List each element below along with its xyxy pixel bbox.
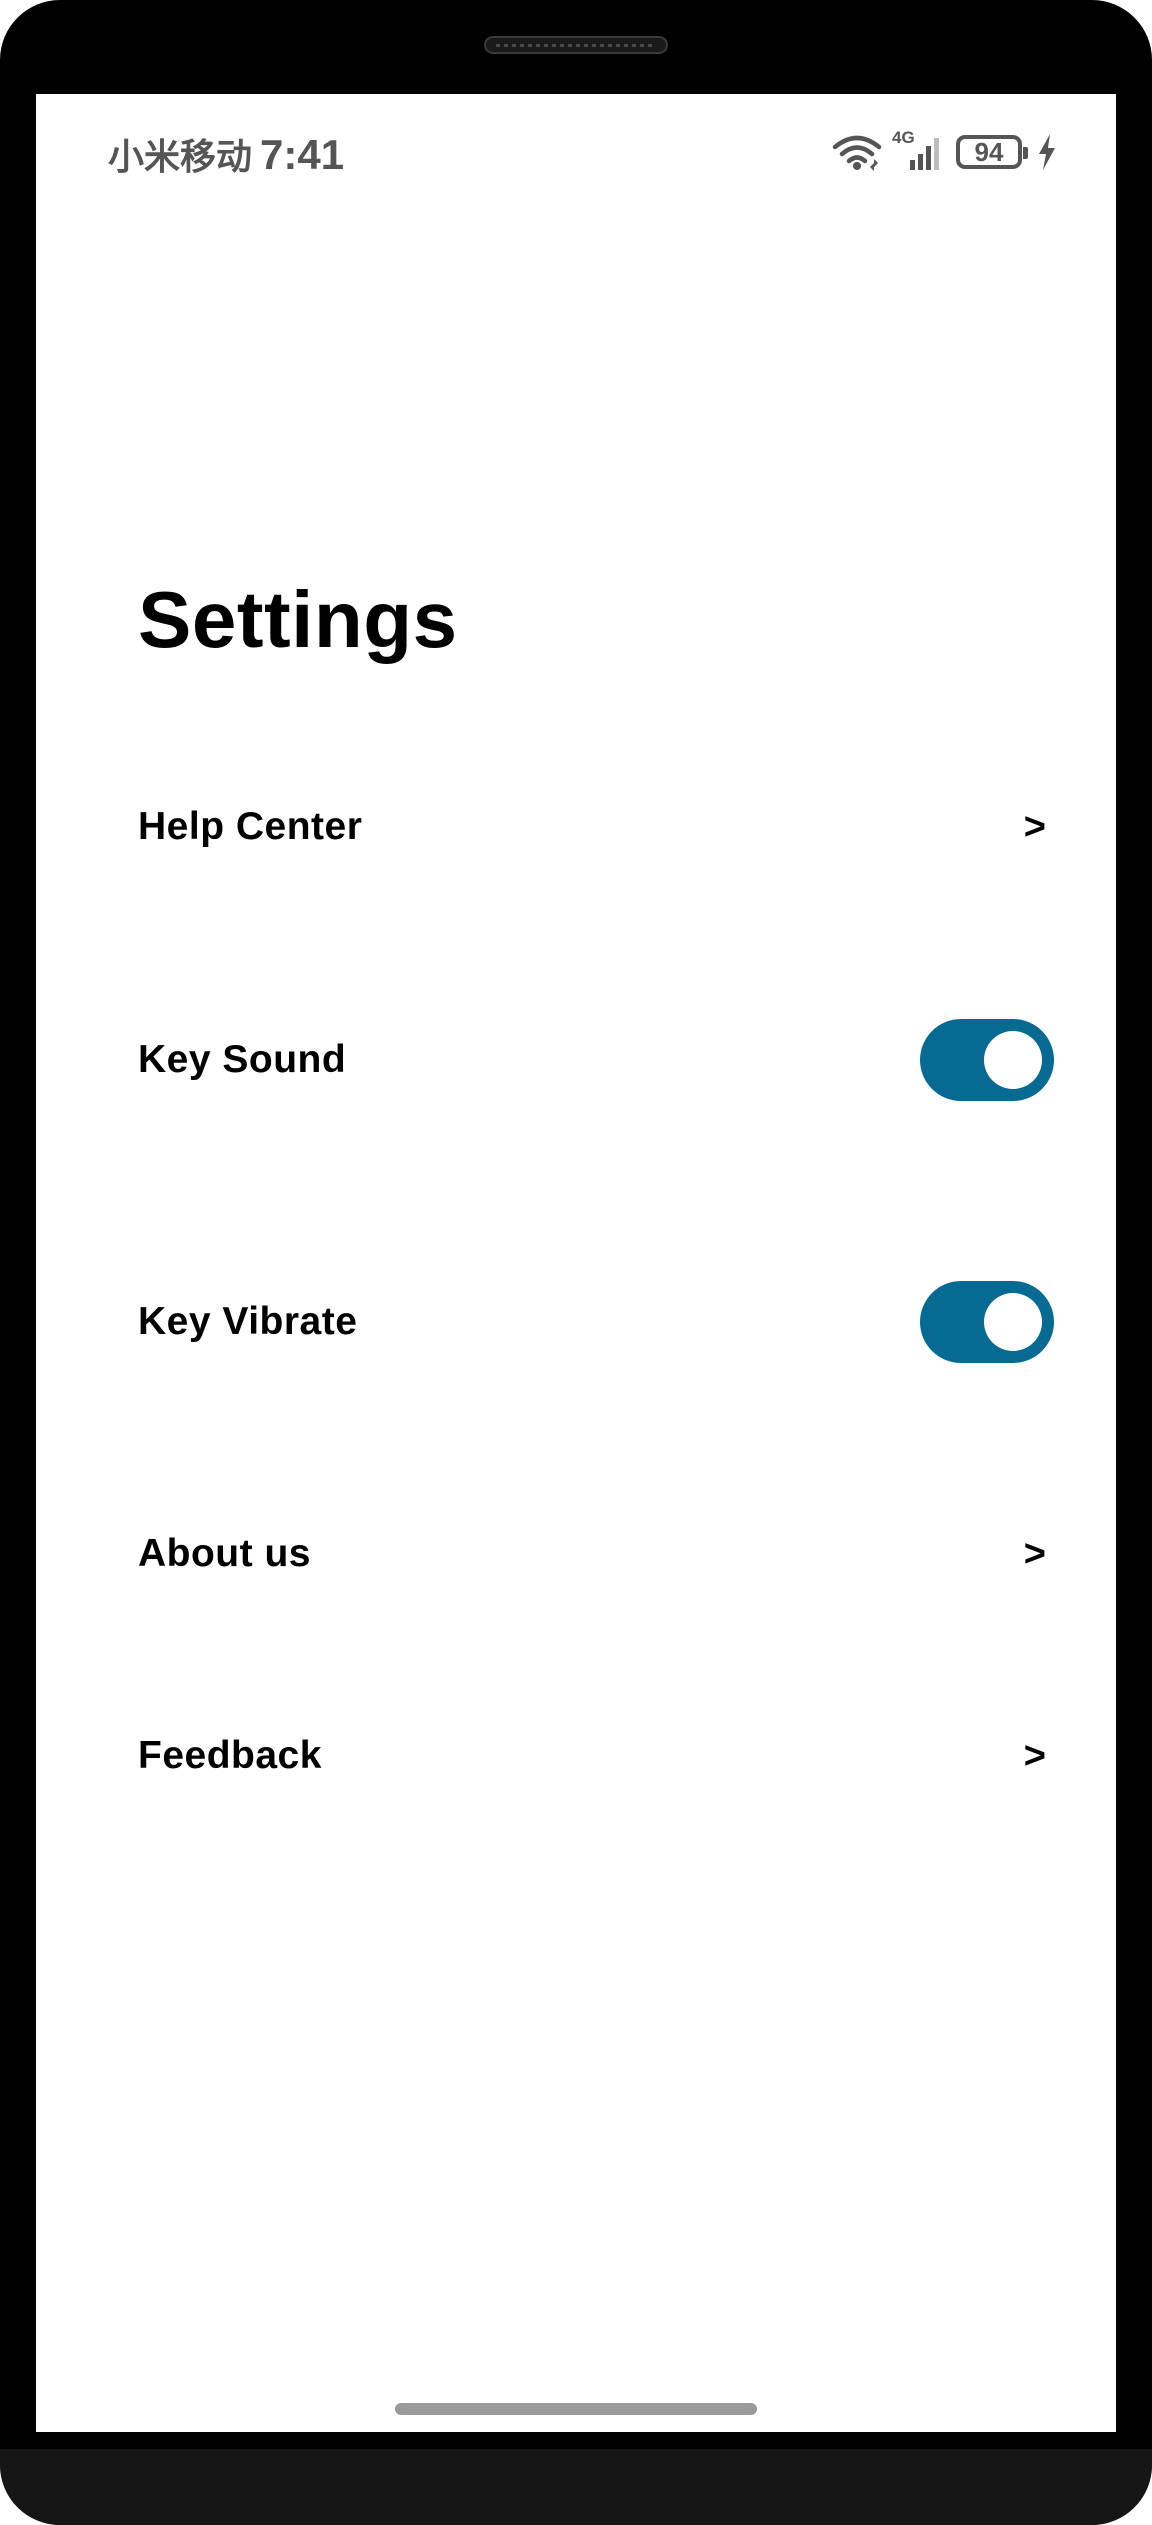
key-sound-label: Key Sound [138, 1038, 347, 1081]
chevron-right-icon: > [1023, 1734, 1046, 1777]
phone-frame: 小米移动 7:41 4G 94 Settings Help Center > K… [0, 0, 1152, 2525]
toggle-knob [984, 1031, 1042, 1089]
about-us-label: About us [138, 1532, 311, 1575]
key-vibrate-row: Key Vibrate [138, 1272, 1054, 1372]
phone-bottom-bezel [0, 2449, 1152, 2525]
chevron-right-icon: > [1023, 1532, 1046, 1575]
status-bar: 小米移动 7:41 4G 94 [36, 94, 1116, 214]
battery-icon: 94 [956, 135, 1028, 169]
key-sound-toggle[interactable] [920, 1019, 1054, 1101]
status-icons: 4G 94 [832, 128, 1056, 174]
page-title: Settings [138, 575, 458, 664]
key-vibrate-label: Key Vibrate [138, 1300, 358, 1343]
earpiece-speaker [484, 36, 668, 54]
screen: 小米移动 7:41 4G 94 Settings Help Center > K… [36, 94, 1116, 2432]
wifi-icon [832, 133, 882, 171]
carrier-time: 小米移动 7:41 [108, 128, 344, 180]
chevron-right-icon: > [1023, 805, 1046, 848]
feedback-row[interactable]: Feedback > [138, 1706, 1054, 1806]
help-center-label: Help Center [138, 805, 363, 848]
battery-level: 94 [974, 136, 1004, 167]
cell-signal-icon: 4G [892, 128, 946, 172]
feedback-label: Feedback [138, 1734, 322, 1777]
about-us-row[interactable]: About us > [138, 1504, 1054, 1604]
help-center-row[interactable]: Help Center > [138, 777, 1054, 877]
carrier-name: 小米移动 [108, 136, 253, 177]
key-vibrate-toggle[interactable] [920, 1281, 1054, 1363]
charging-bolt-icon [1038, 134, 1056, 170]
toggle-knob [984, 1293, 1042, 1351]
clock: 7:41 [260, 131, 345, 178]
key-sound-row: Key Sound [138, 1010, 1054, 1110]
home-indicator[interactable] [395, 2403, 757, 2415]
